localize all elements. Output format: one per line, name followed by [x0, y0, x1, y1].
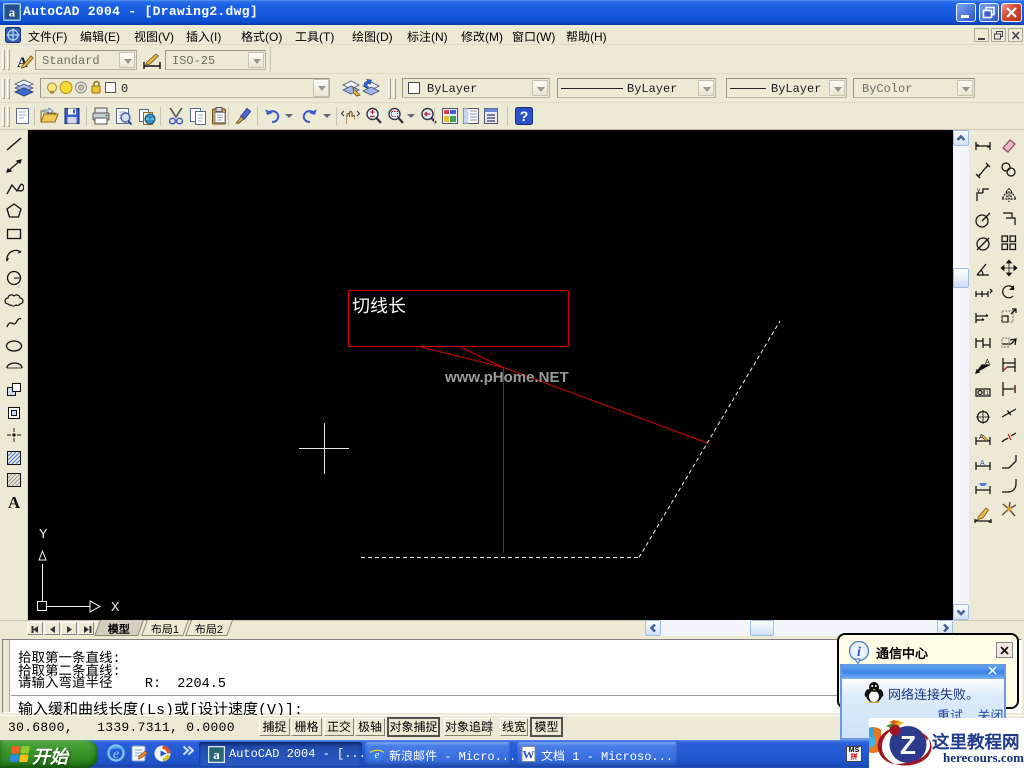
svg-text:A: A: [985, 359, 990, 366]
svg-text:A: A: [980, 460, 985, 467]
svg-text:?: ?: [520, 108, 529, 124]
svg-text:a: a: [213, 747, 220, 762]
svg-text:www.pHome.NET: www.pHome.NET: [444, 369, 569, 386]
svg-text:Y: Y: [39, 527, 48, 543]
svg-text:a: a: [9, 5, 16, 20]
svg-text:切线长: 切线长: [352, 292, 406, 318]
svg-text:X: X: [111, 600, 120, 616]
svg-text:0: 0: [121, 82, 128, 96]
svg-text:y: y: [977, 188, 980, 194]
svg-text:i: i: [857, 645, 861, 660]
svg-text:W: W: [523, 748, 535, 762]
svg-text:A: A: [8, 493, 21, 512]
svg-text:Z: Z: [900, 730, 916, 760]
svg-text:herecours.com: herecours.com: [943, 750, 1024, 765]
svg-text:e: e: [113, 747, 119, 762]
